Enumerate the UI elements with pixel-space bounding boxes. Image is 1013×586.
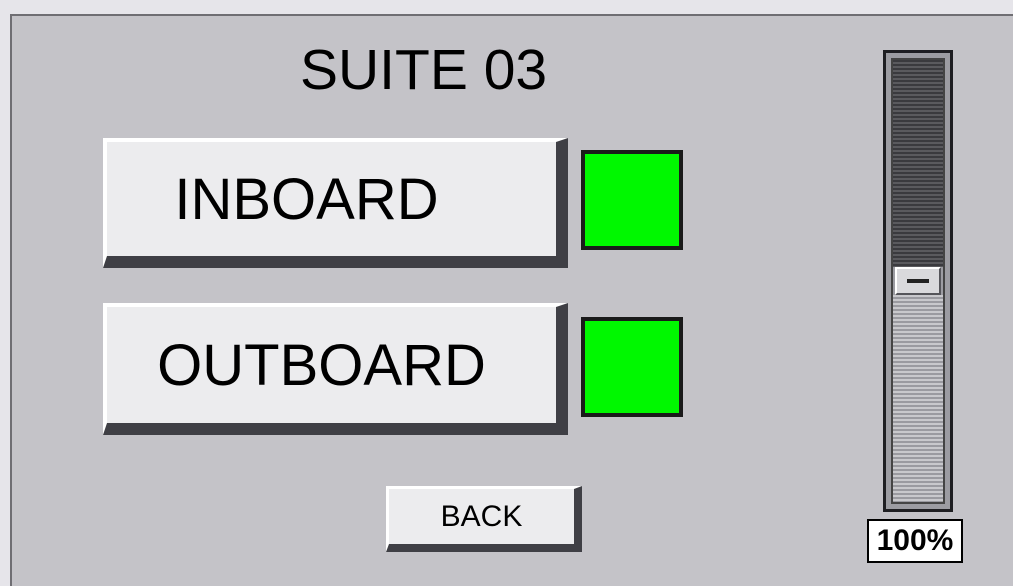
slider-track[interactable] [891,58,945,504]
slider-thumb[interactable] [895,267,941,295]
slider-track-upper [893,60,943,267]
outboard-status-indicator [581,317,683,417]
slider-grip-icon [907,279,929,283]
inboard-button[interactable]: INBOARD [103,138,568,268]
inboard-status-indicator [581,150,683,250]
page-title: SUITE 03 [300,38,548,102]
outboard-button[interactable]: OUTBOARD [103,303,568,435]
level-percent-readout: 100% [867,519,963,563]
back-button[interactable]: BACK [386,486,582,552]
slider-track-lower [893,295,943,502]
level-slider[interactable] [883,50,953,512]
